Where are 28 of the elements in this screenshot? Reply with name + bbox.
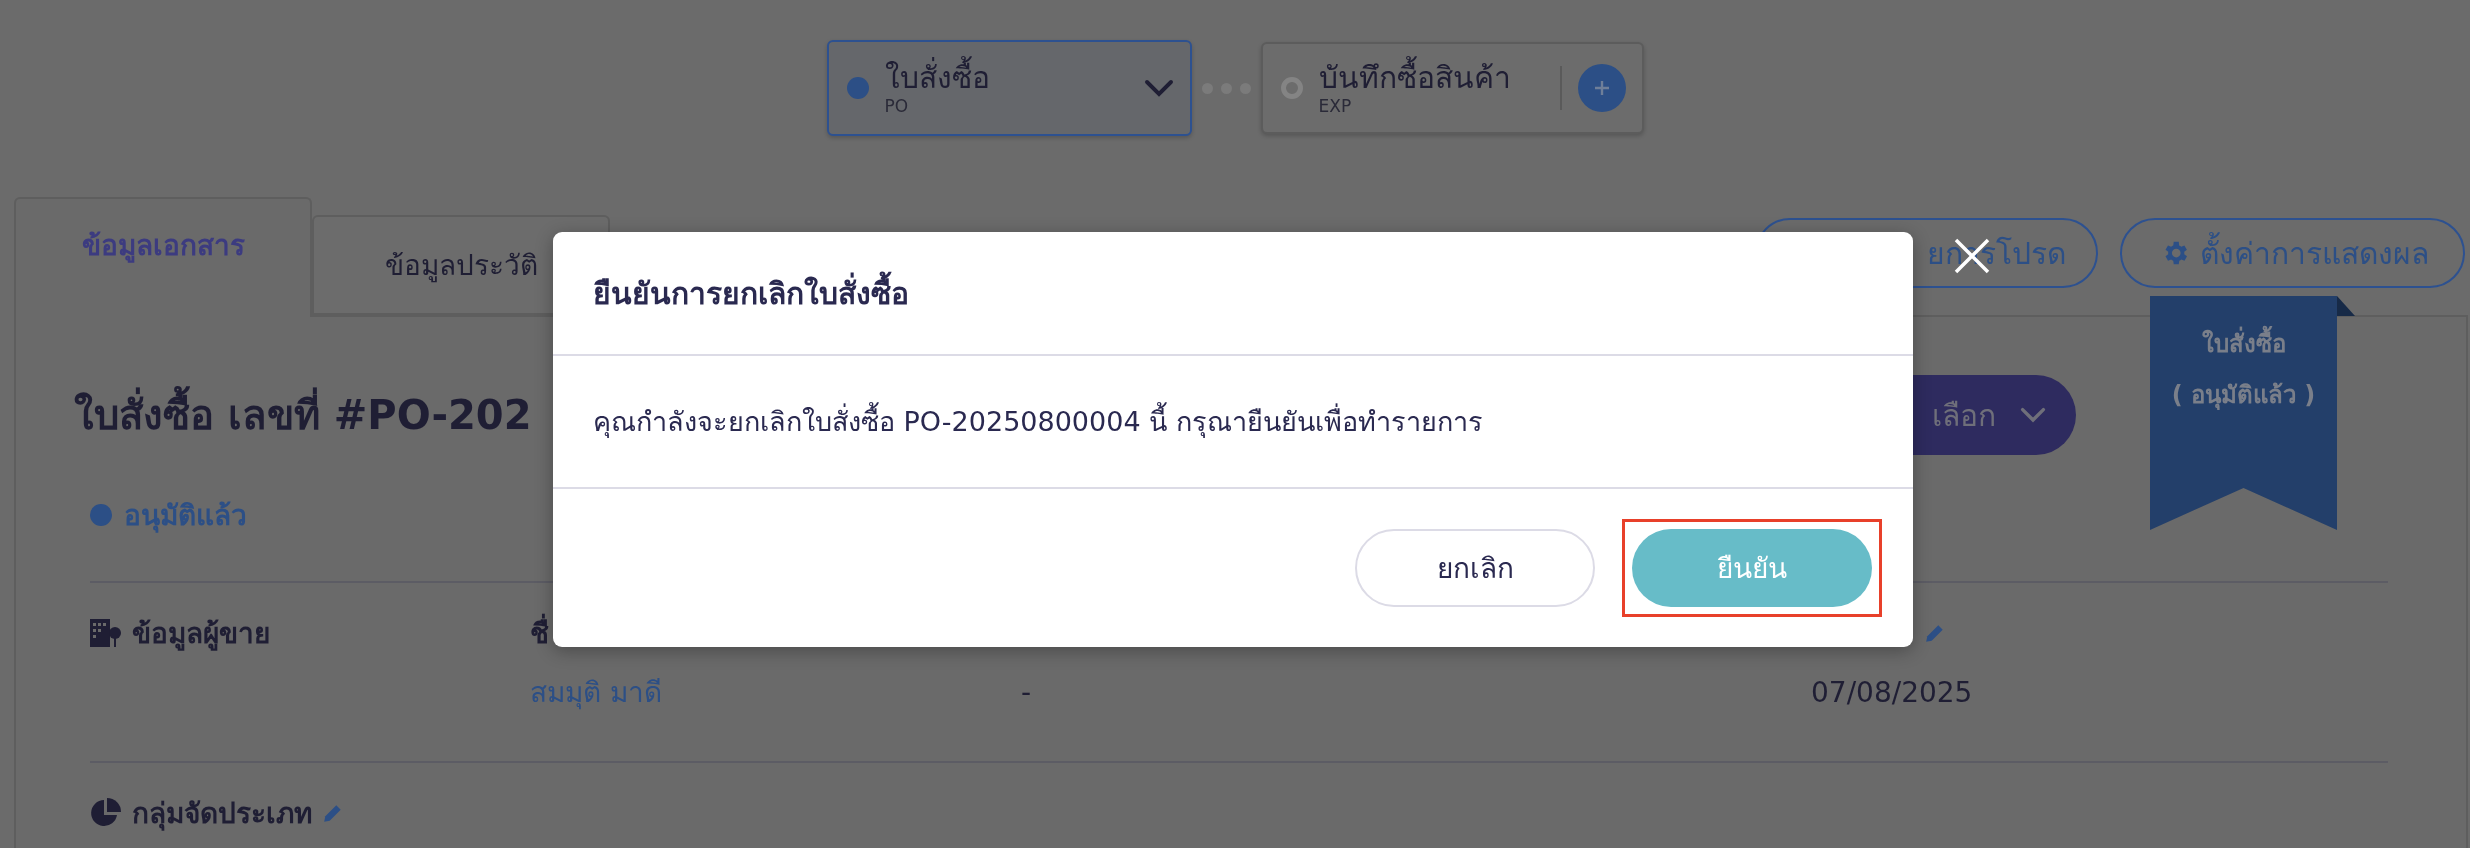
step-status-icon [846,77,869,99]
cancel-button[interactable]: ยกเลิก [1355,529,1595,607]
document-title: ใบสั่งซื้อ เลขที่ #PO-202 [74,383,532,447]
step-card[interactable]: บันทึกซื้อสินค้า EXP [1260,42,1644,134]
step-status-icon [1280,77,1303,99]
confirm-button[interactable]: ยืนยัน [1632,529,1872,607]
pencil-icon[interactable] [322,802,344,824]
field-value: 07/08/2025 [1811,675,1974,711]
step-card[interactable]: ใบสั่งซื้อ PO [826,40,1192,136]
field-label: ชื่ [530,611,549,655]
chevron-down-icon [1143,79,1174,97]
chevron-down-icon [2020,407,2046,423]
status-dot [90,504,112,526]
ribbon-status: ( อนุมัติแล้ว ) [2171,380,2316,412]
dialog-message: คุณกำลังจะยกเลิกใบสั่งซื้อ PO-20250800004 นี้ กรุณายืนยันเพื่อทำรายการ [593,400,1483,443]
add-button[interactable] [1577,64,1626,112]
step-code: EXP [1318,96,1353,116]
pencil-icon[interactable] [1924,622,1946,644]
field-value: - [1021,675,1033,711]
building-icon [90,617,122,649]
pie-chart-icon [90,797,122,829]
settings-button[interactable]: ตั้งค่าการแสดงผล [2120,218,2465,288]
section-title: ข้อมูลผู้ขาย [132,616,270,653]
status-label: อนุมัติแล้ว [124,498,247,535]
ribbon-title: ใบสั่งซื้อ [2201,324,2286,363]
step-code: PO [884,96,910,116]
vendor-link[interactable]: สมมุติ มาดี [530,673,1021,713]
section-title: กลุ่มจัดประเภท [132,796,312,833]
